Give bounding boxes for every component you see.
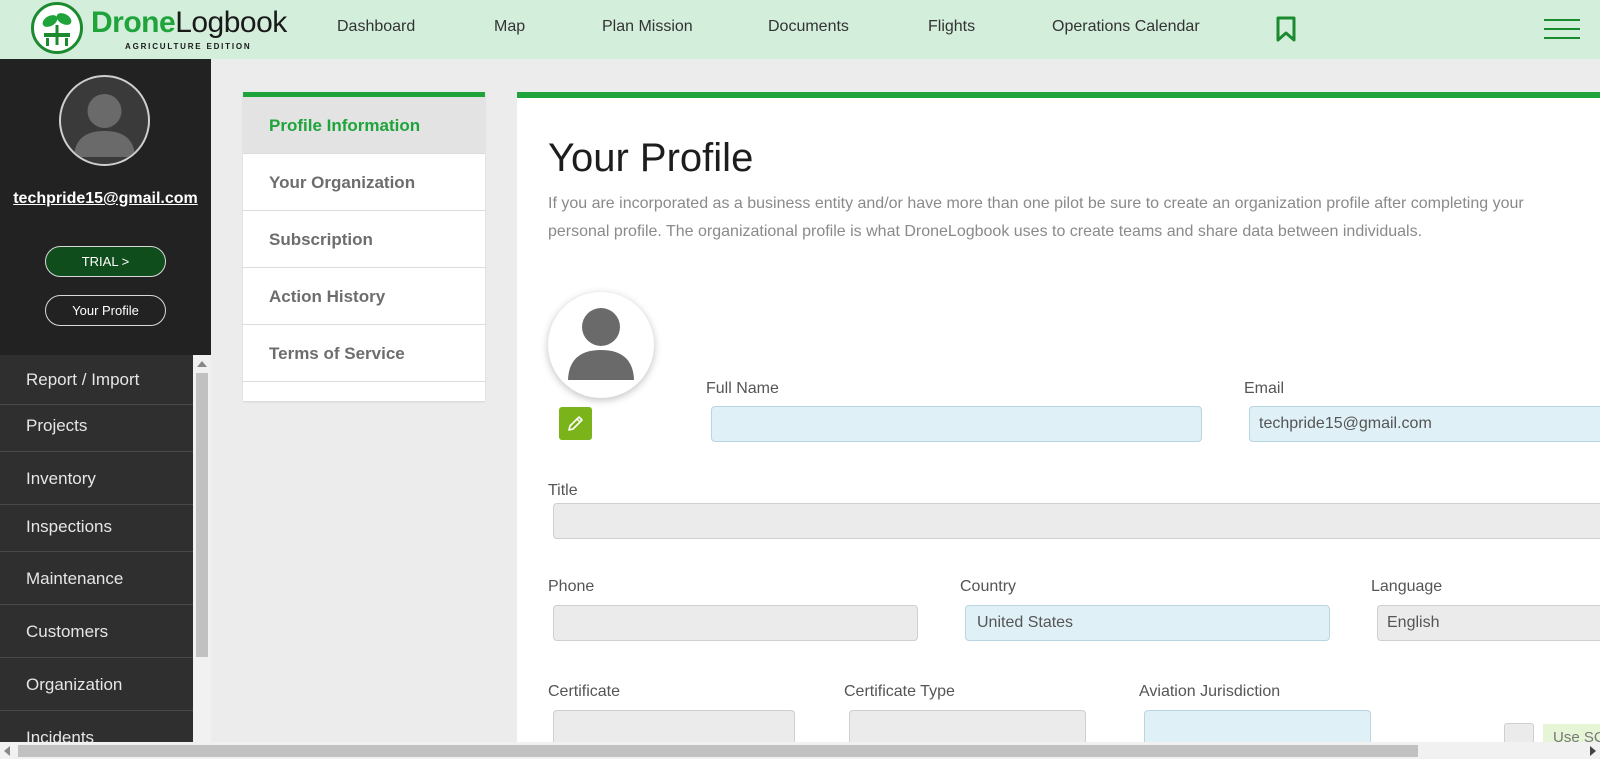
sidebar-scroll-thumb[interactable] <box>196 373 208 657</box>
nav-plan-mission[interactable]: Plan Mission <box>602 18 693 36</box>
scroll-up-arrow-icon[interactable] <box>197 361 207 367</box>
aviation-jurisdiction-select[interactable] <box>1144 710 1371 742</box>
bookmark-icon[interactable] <box>1276 16 1296 42</box>
country-label: Country <box>960 578 1017 595</box>
edit-avatar-button[interactable] <box>559 407 592 440</box>
logo-edition: AGRICULTURE EDITION <box>125 42 252 51</box>
nav-flights[interactable]: Flights <box>928 18 975 36</box>
certificate-type-label: Certificate Type <box>844 683 955 700</box>
sidebar-item-inspections[interactable]: Inspections <box>0 505 193 552</box>
sidebar-item-inventory[interactable]: Inventory <box>0 452 193 505</box>
certificate-input[interactable] <box>553 710 795 742</box>
language-label: Language <box>1371 578 1443 595</box>
sidebar-user-panel: techpride15@gmail.com TRIAL > Your Profi… <box>0 59 211 355</box>
full-name-input[interactable] <box>711 406 1202 442</box>
horizontal-scroll-thumb[interactable] <box>18 745 1418 757</box>
sidebar-item-organization[interactable]: Organization <box>0 658 193 711</box>
pencil-icon <box>568 416 583 431</box>
profile-avatar-icon <box>548 292 654 398</box>
tab-action-history[interactable]: Action History <box>243 268 485 325</box>
scroll-right-arrow-icon[interactable] <box>1590 746 1596 756</box>
hamburger-menu-icon[interactable] <box>1544 18 1580 40</box>
top-navbar: DroneLogbook AGRICULTURE EDITION Dashboa… <box>0 0 1600 59</box>
nav-documents[interactable]: Documents <box>768 18 849 36</box>
dronelogbook-logo[interactable]: DroneLogbook AGRICULTURE EDITION <box>31 2 291 56</box>
tab-terms-of-service[interactable]: Terms of Service <box>243 325 485 382</box>
sidebar-menu: Report / Import Projects Inventory Inspe… <box>0 355 193 759</box>
logo-wordmark: DroneLogbook <box>91 8 287 38</box>
user-avatar-icon[interactable] <box>59 75 150 166</box>
certificate-type-select[interactable] <box>849 710 1086 742</box>
sidebar-item-projects[interactable]: Projects <box>0 405 193 452</box>
email-label: Email <box>1244 380 1285 397</box>
trial-button[interactable]: TRIAL > <box>45 246 166 277</box>
nav-map[interactable]: Map <box>494 18 525 36</box>
email-input[interactable]: techpride15@gmail.com <box>1249 406 1600 442</box>
sidebar-item-customers[interactable]: Customers <box>0 605 193 658</box>
full-name-label: Full Name <box>706 380 779 397</box>
horizontal-scrollbar[interactable] <box>0 742 1600 759</box>
nav-operations-calendar[interactable]: Operations Calendar <box>1052 18 1200 36</box>
phone-label: Phone <box>548 578 595 595</box>
phone-input[interactable] <box>553 605 918 641</box>
title-input[interactable] <box>553 503 1600 539</box>
sidebar-item-report-import[interactable]: Report / Import <box>0 355 193 405</box>
left-sidebar: techpride15@gmail.com TRIAL > Your Profi… <box>0 59 211 759</box>
user-email-link[interactable]: techpride15@gmail.com <box>0 190 211 208</box>
profile-intro-text: If you are incorporated as a business en… <box>548 195 1524 240</box>
profile-panel: Your Profile If you are incorporated as … <box>517 92 1600 753</box>
profile-tab-list: Profile Information Your Organization Su… <box>243 92 485 401</box>
logo-regular: Logbook <box>175 6 287 39</box>
nav-dashboard[interactable]: Dashboard <box>337 18 415 36</box>
scroll-left-arrow-icon[interactable] <box>4 746 10 756</box>
aviation-jurisdiction-label: Aviation Jurisdiction <box>1139 683 1281 700</box>
page-title: Your Profile <box>548 136 754 180</box>
tab-profile-information[interactable]: Profile Information <box>243 97 485 154</box>
country-select[interactable]: United States <box>965 605 1330 641</box>
sidebar-item-maintenance[interactable]: Maintenance <box>0 552 193 605</box>
language-select[interactable]: English <box>1377 605 1600 641</box>
certificate-label: Certificate <box>548 683 621 700</box>
your-profile-button[interactable]: Your Profile <box>45 295 166 326</box>
logo-bold: Drone <box>91 6 176 39</box>
tab-subscription[interactable]: Subscription <box>243 211 485 268</box>
sidebar-scrollbar[interactable] <box>193 355 211 759</box>
tab-your-organization[interactable]: Your Organization <box>243 154 485 211</box>
title-label: Title <box>548 482 578 499</box>
drone-plant-logo-icon <box>31 2 83 54</box>
